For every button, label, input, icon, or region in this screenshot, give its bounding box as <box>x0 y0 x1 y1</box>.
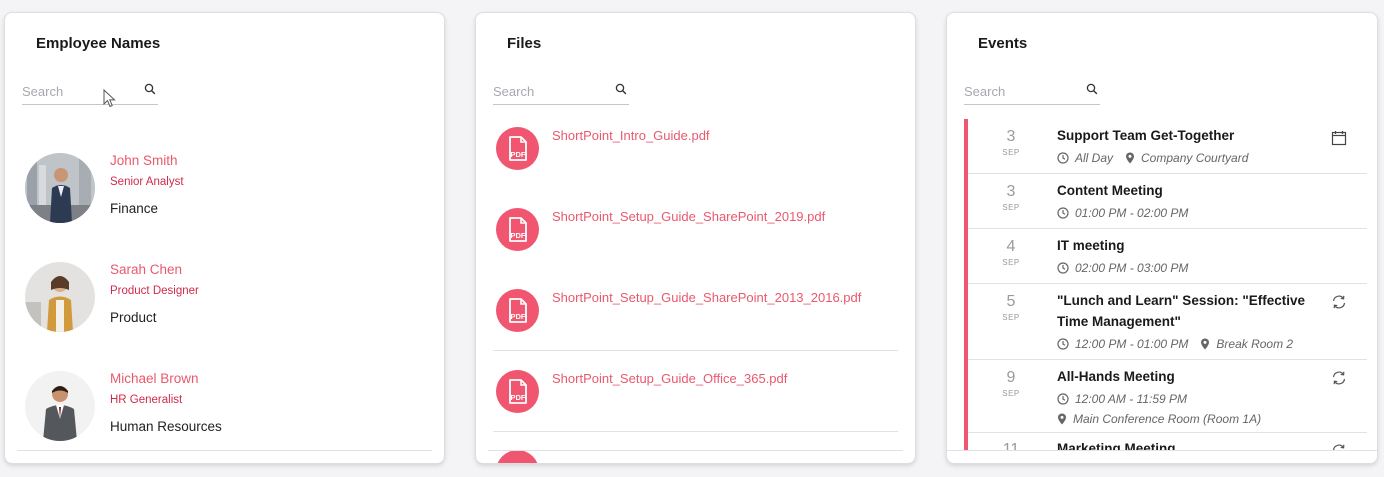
pdf-file-icon <box>496 450 539 463</box>
event-title[interactable]: "Lunch and Learn" Session: "Effective Ti… <box>1057 290 1307 332</box>
divider <box>493 350 898 351</box>
clock-icon <box>1057 338 1069 350</box>
avatar <box>25 371 95 441</box>
divider <box>493 431 898 432</box>
event-meta: 02:00 PM - 03:00 PM <box>1057 261 1188 275</box>
event-item[interactable]: 3 SEP Content Meeting 01:00 PM - 02:00 P… <box>968 174 1367 229</box>
event-title[interactable]: Support Team Get-Together <box>1057 125 1234 146</box>
employee-name[interactable]: Sarah Chen <box>110 262 182 277</box>
employee-names-card: Employee Names John Smith Senior Analyst… <box>4 12 445 464</box>
event-meta: 12:00 PM - 01:00 PM Break Room 2 <box>1057 337 1293 351</box>
event-day: 4 <box>1006 238 1016 255</box>
employee-search-input[interactable] <box>22 80 134 102</box>
event-day: 9 <box>1006 369 1016 386</box>
employee-search <box>22 80 158 105</box>
pdf-file-icon: PDF <box>496 127 539 170</box>
event-title[interactable]: IT meeting <box>1057 235 1125 256</box>
file-name-link[interactable]: ShortPoint_Setup_Guide_Office_365.pdf <box>552 371 787 386</box>
recurring-icon[interactable] <box>1331 370 1347 391</box>
event-month: SEP <box>1002 389 1020 398</box>
event-month: SEP <box>1002 258 1020 267</box>
files-search <box>493 80 629 105</box>
event-time: All Day <box>1075 151 1114 165</box>
events-card: Events 3 SEP Support Team Get-Together A… <box>946 12 1378 464</box>
employee-department: Finance <box>110 201 159 216</box>
event-time: 01:00 PM - 02:00 PM <box>1075 206 1189 220</box>
files-title: Files <box>507 35 542 52</box>
files-search-input[interactable] <box>493 80 605 102</box>
location-pin-icon <box>1058 413 1066 425</box>
search-icon[interactable] <box>144 82 156 100</box>
pdf-icon-label: PDF <box>511 312 526 321</box>
event-day: 5 <box>1006 293 1016 310</box>
avatar <box>25 262 95 332</box>
event-location-text: Company Courtyard <box>1141 151 1249 165</box>
pdf-file-icon: PDF <box>496 208 539 251</box>
event-meta: 01:00 PM - 02:00 PM <box>1057 206 1188 220</box>
clock-icon <box>1057 152 1069 164</box>
event-month: SEP <box>1002 148 1020 157</box>
clock-icon <box>1057 262 1069 274</box>
clock-icon <box>1057 207 1069 219</box>
event-month: SEP <box>1002 203 1020 212</box>
location-pin-icon <box>1201 338 1210 350</box>
employee-department: Product <box>110 310 157 325</box>
divider <box>488 450 903 451</box>
employee-department: Human Resources <box>110 419 222 434</box>
event-location: Company Courtyard <box>1125 151 1248 165</box>
event-location-text: Break Room 2 <box>1216 337 1294 351</box>
divider <box>17 450 432 451</box>
employee-role: HR Generalist <box>110 394 183 406</box>
event-item[interactable]: 3 SEP Support Team Get-Together All Day … <box>968 119 1367 174</box>
pdf-icon-label: PDF <box>511 231 526 240</box>
event-location-text: Main Conference Room (Room 1A) <box>1073 412 1262 426</box>
file-name-link[interactable]: ShortPoint_Setup_Guide_SharePoint_2013_2… <box>552 290 861 305</box>
mouse-cursor-icon <box>103 88 116 113</box>
event-meta: 12:00 AM - 11:59 PM <box>1057 392 1187 406</box>
files-card: Files PDF ShortPoint_Intro_Guide.pdf PDF… <box>475 12 916 464</box>
event-item[interactable]: 4 SEP IT meeting 02:00 PM - 03:00 PM <box>968 229 1367 284</box>
event-location: Break Room 2 <box>1200 337 1293 351</box>
employee-names-title: Employee Names <box>36 35 161 52</box>
event-location: Main Conference Room (Room 1A) <box>1057 412 1261 426</box>
event-day: 3 <box>1006 183 1016 200</box>
employee-name[interactable]: John Smith <box>110 153 178 168</box>
calendar-icon[interactable] <box>1331 130 1347 151</box>
pdf-icon-label: PDF <box>511 393 526 402</box>
event-title[interactable]: Content Meeting <box>1057 180 1163 201</box>
event-time: 02:00 PM - 03:00 PM <box>1075 261 1189 275</box>
event-title[interactable]: All-Hands Meeting <box>1057 366 1175 387</box>
avatar <box>25 153 95 223</box>
clock-icon <box>1057 393 1069 405</box>
event-time: 12:00 AM - 11:59 PM <box>1075 392 1188 406</box>
event-meta: All Day Company Courtyard <box>1057 151 1248 165</box>
recurring-icon[interactable] <box>1331 294 1347 315</box>
event-time: 12:00 PM - 01:00 PM <box>1075 337 1189 351</box>
employee-role: Product Designer <box>110 285 199 297</box>
search-icon[interactable] <box>615 82 627 100</box>
pdf-file-icon: PDF <box>496 370 539 413</box>
employee-role: Senior Analyst <box>110 176 184 188</box>
employee-name[interactable]: Michael Brown <box>110 371 199 386</box>
event-month: SEP <box>1002 313 1020 322</box>
event-day: 3 <box>1006 128 1016 145</box>
event-item[interactable]: 9 SEP All-Hands Meeting 12:00 AM - 11:59… <box>968 360 1367 433</box>
pdf-file-icon: PDF <box>496 289 539 332</box>
event-item[interactable]: 5 SEP "Lunch and Learn" Session: "Effect… <box>968 284 1367 360</box>
events-title: Events <box>978 35 1028 52</box>
file-name-link[interactable]: ShortPoint_Intro_Guide.pdf <box>552 128 710 143</box>
pdf-icon-label: PDF <box>511 150 526 159</box>
events-search-input[interactable] <box>964 80 1076 102</box>
events-search <box>964 80 1100 105</box>
file-name-link[interactable]: ShortPoint_Setup_Guide_SharePoint_2019.p… <box>552 209 825 224</box>
divider <box>947 450 1377 463</box>
search-icon[interactable] <box>1086 82 1098 100</box>
location-pin-icon <box>1126 152 1135 164</box>
